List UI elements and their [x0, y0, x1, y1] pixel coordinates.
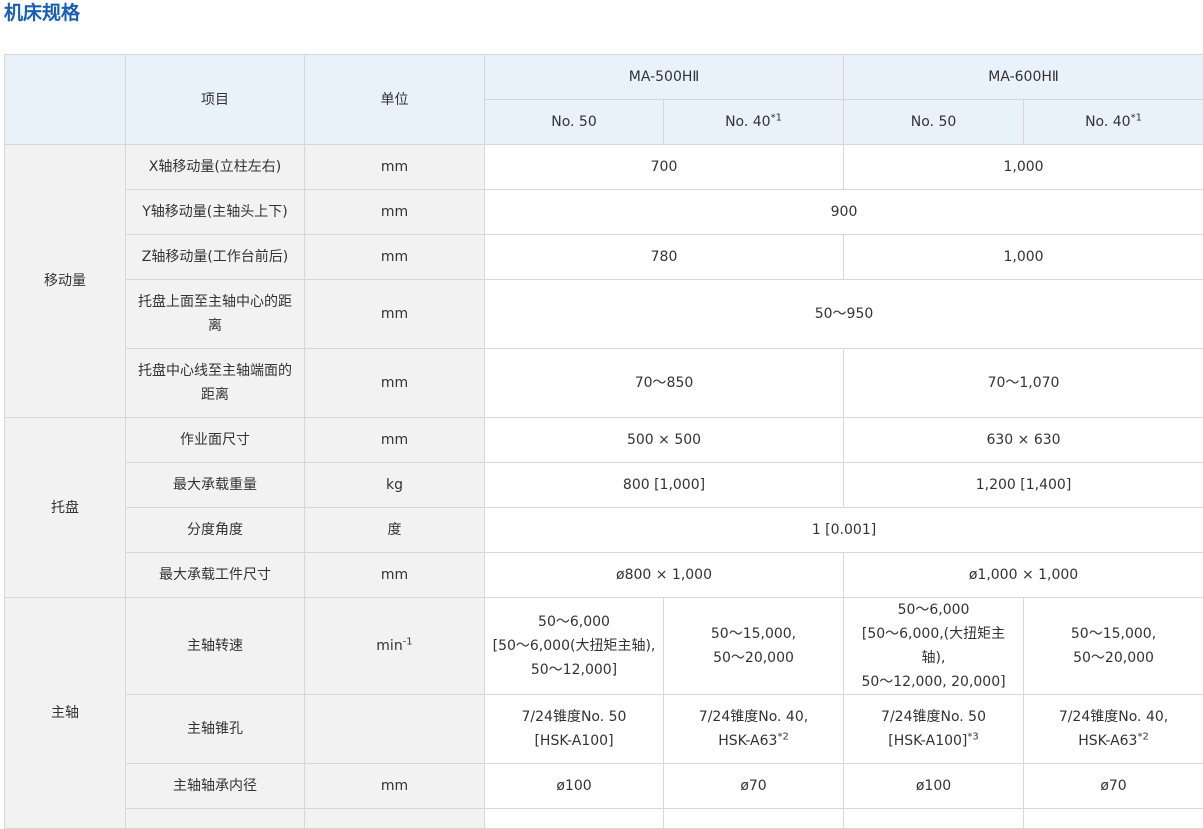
value-cell: 50～15,000,50～20,000 [664, 598, 844, 695]
table-row-z-travel: Z轴移动量(工作台前后) mm 780 1,000 [5, 235, 1203, 280]
unit-label: mm [305, 764, 485, 809]
item-label: 托盘上面至主轴中心的距离 [126, 280, 305, 349]
unit-label [305, 809, 485, 829]
value-cell [1024, 809, 1203, 829]
value-cell: 800 [1,000] [485, 463, 844, 508]
value-cell: 1 [0.001] [485, 508, 1203, 553]
header-spindle-1: No. 50 [485, 100, 664, 145]
spec-table: 项目 单位 MA-500HⅡ MA-600HⅡ No. 50 No. 40*1 … [4, 54, 1203, 829]
table-row-pallet-top: 托盘上面至主轴中心的距离 mm 50～950 [5, 280, 1203, 349]
table-row-max-load: 最大承载重量 kg 800 [1,000] 1,200 [1,400] [5, 463, 1203, 508]
unit-label: min-1 [305, 598, 485, 695]
value-cell [485, 809, 664, 829]
table-row-max-work: 最大承载工件尺寸 mm ø800 × 1,000 ø1,000 × 1,000 [5, 553, 1203, 598]
value-cell [844, 809, 1024, 829]
value-cell: 1,000 [844, 235, 1203, 280]
unit-label: mm [305, 280, 485, 349]
unit-label: mm [305, 553, 485, 598]
table-row-spindle-speed: 主轴 主轴转速 min-1 50～6,000[50～6,000(大扭矩主轴),5… [5, 598, 1203, 695]
table-row-work-size: 托盘 作业面尺寸 mm 500 × 500 630 × 630 [5, 418, 1203, 463]
item-label: 主轴锥孔 [126, 695, 305, 764]
group-travel: 移动量 [5, 145, 126, 418]
value-cell: ø100 [844, 764, 1024, 809]
header-model-ma600: MA-600HⅡ [844, 55, 1203, 100]
value-cell: 70～1,070 [844, 349, 1203, 418]
table-row-partial [5, 809, 1203, 829]
value-cell: 70～850 [485, 349, 844, 418]
value-cell [664, 809, 844, 829]
header-spindle-2: No. 40*1 [664, 100, 844, 145]
unit-label: 度 [305, 508, 485, 553]
item-label: 分度角度 [126, 508, 305, 553]
header-row-models: 项目 单位 MA-500HⅡ MA-600HⅡ [5, 55, 1203, 100]
table-row-index: 分度角度 度 1 [0.001] [5, 508, 1203, 553]
value-cell: ø70 [1024, 764, 1203, 809]
item-label [126, 809, 305, 829]
item-label: 主轴转速 [126, 598, 305, 695]
value-cell: 7/24锥度No. 50[HSK-A100]*3 [844, 695, 1024, 764]
value-cell: ø100 [485, 764, 664, 809]
header-item: 项目 [126, 55, 305, 145]
item-label: 最大承载工件尺寸 [126, 553, 305, 598]
header-spindle-3: No. 50 [844, 100, 1024, 145]
item-label: Y轴移动量(主轴头上下) [126, 190, 305, 235]
unit-label [305, 695, 485, 764]
unit-label: mm [305, 190, 485, 235]
table-row-y-travel: Y轴移动量(主轴头上下) mm 900 [5, 190, 1203, 235]
item-label: X轴移动量(立柱左右) [126, 145, 305, 190]
value-cell: 50～6,000[50～6,000,(大扭矩主轴),50～12,000, 20,… [844, 598, 1024, 695]
item-label: 主轴轴承内径 [126, 764, 305, 809]
item-label: Z轴移动量(工作台前后) [126, 235, 305, 280]
value-cell: 900 [485, 190, 1203, 235]
group-spindle: 主轴 [5, 598, 126, 829]
unit-label: mm [305, 145, 485, 190]
header-unit: 单位 [305, 55, 485, 145]
value-cell: 780 [485, 235, 844, 280]
unit-label: mm [305, 235, 485, 280]
unit-label: mm [305, 418, 485, 463]
table-row-bearing: 主轴轴承内径 mm ø100 ø70 ø100 ø70 [5, 764, 1203, 809]
value-cell: 7/24锥度No. 40,HSK-A63*2 [664, 695, 844, 764]
value-cell: 500 × 500 [485, 418, 844, 463]
table-row-x-travel: 移动量 X轴移动量(立柱左右) mm 700 1,000 [5, 145, 1203, 190]
header-blank-cell [5, 55, 126, 145]
group-pallet: 托盘 [5, 418, 126, 598]
value-cell: 7/24锥度No. 50[HSK-A100] [485, 695, 664, 764]
value-cell: 1,200 [1,400] [844, 463, 1203, 508]
value-cell: 7/24锥度No. 40,HSK-A63*2 [1024, 695, 1203, 764]
item-label: 最大承载重量 [126, 463, 305, 508]
header-spindle-4: No. 40*1 [1024, 100, 1203, 145]
item-label: 托盘中心线至主轴端面的距离 [126, 349, 305, 418]
value-cell: 50～6,000[50～6,000(大扭矩主轴),50～12,000] [485, 598, 664, 695]
value-cell: 1,000 [844, 145, 1203, 190]
item-label: 作业面尺寸 [126, 418, 305, 463]
header-model-ma500: MA-500HⅡ [485, 55, 844, 100]
table-row-spindle-taper: 主轴锥孔 7/24锥度No. 50[HSK-A100] 7/24锥度No. 40… [5, 695, 1203, 764]
value-cell: 630 × 630 [844, 418, 1203, 463]
page-title: 机床规格 [4, 2, 80, 24]
value-cell: ø1,000 × 1,000 [844, 553, 1203, 598]
value-cell: ø800 × 1,000 [485, 553, 844, 598]
value-cell: 50～15,000,50～20,000 [1024, 598, 1203, 695]
table-row-pallet-center: 托盘中心线至主轴端面的距离 mm 70～850 70～1,070 [5, 349, 1203, 418]
value-cell: 50～950 [485, 280, 1203, 349]
unit-label: mm [305, 349, 485, 418]
unit-label: kg [305, 463, 485, 508]
value-cell: ø70 [664, 764, 844, 809]
value-cell: 700 [485, 145, 844, 190]
